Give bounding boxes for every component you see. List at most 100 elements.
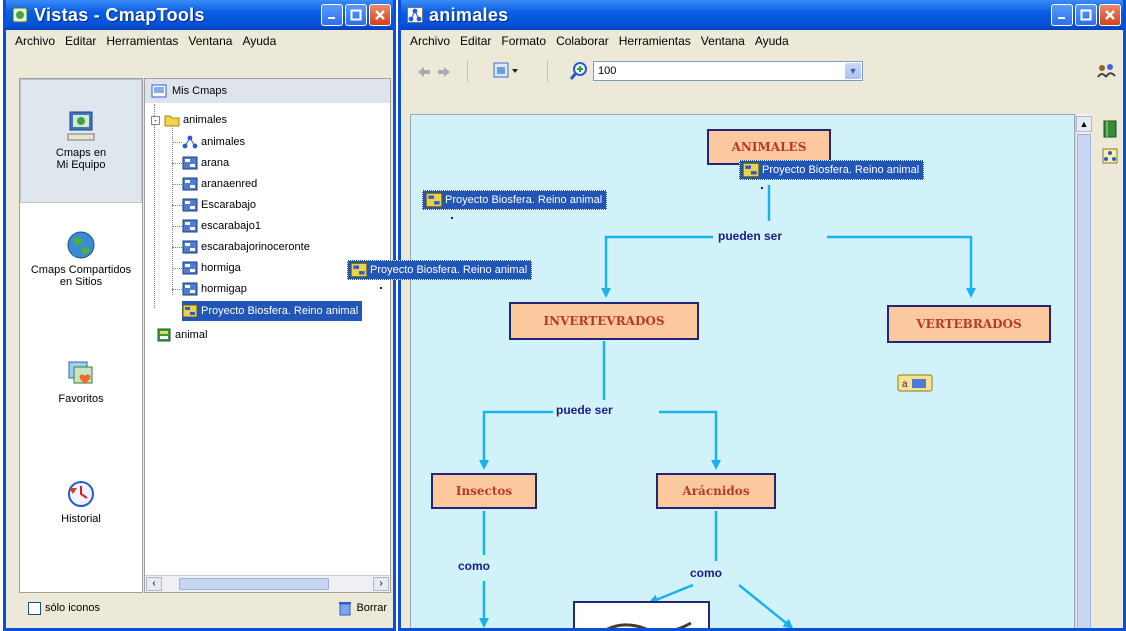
scroll-up-icon[interactable]: ▲ bbox=[1076, 116, 1092, 132]
menu-herramientas[interactable]: Herramientas bbox=[101, 34, 183, 48]
view-favoritos[interactable]: Favoritos bbox=[20, 352, 142, 405]
tree-item[interactable]: arana bbox=[182, 153, 229, 173]
editor-titlebar[interactable]: animales bbox=[401, 0, 1123, 30]
view-label-line2: en Sitios bbox=[59, 276, 103, 288]
scroll-right-icon[interactable]: › bbox=[373, 577, 389, 591]
tree-guide-line bbox=[172, 142, 182, 143]
tree-folder-animales[interactable]: - animales bbox=[151, 110, 227, 130]
concept-aracnidos[interactable]: Arácnidos bbox=[656, 473, 776, 509]
menu-ayuda[interactable]: Ayuda bbox=[237, 34, 281, 48]
tree-item-label: aranaenred bbox=[201, 178, 258, 190]
drag-label-text: Proyecto Biosfera. Reino animal bbox=[445, 194, 603, 206]
menu-formato[interactable]: Formato bbox=[496, 34, 551, 48]
concept-vertebrados[interactable]: VERTEBRADOS bbox=[887, 305, 1051, 343]
menu-herramientas[interactable]: Herramientas bbox=[614, 34, 696, 48]
menu-ventana[interactable]: Ventana bbox=[183, 34, 237, 48]
tree-guide-line bbox=[172, 268, 182, 269]
favorites-icon bbox=[68, 361, 93, 384]
menu-archivo[interactable]: Archivo bbox=[405, 34, 455, 48]
concept-invertebrados[interactable]: INVERTEVRADOS bbox=[509, 302, 699, 340]
book-icon[interactable] bbox=[1102, 120, 1118, 138]
minimize-icon[interactable] bbox=[1051, 4, 1073, 26]
tree-item-animal[interactable]: animal bbox=[156, 325, 207, 345]
tree-item[interactable]: hormigap bbox=[182, 279, 247, 299]
maximize-icon[interactable] bbox=[345, 4, 367, 26]
collaborate-icon[interactable] bbox=[1097, 63, 1117, 79]
canvas-vertical-scrollbar[interactable]: ▲ bbox=[1075, 114, 1092, 628]
connector-arrow bbox=[648, 583, 694, 605]
tree-guide-line bbox=[172, 289, 182, 290]
collapse-icon[interactable]: - bbox=[151, 115, 160, 125]
my-cmaps-icon bbox=[151, 84, 167, 98]
tree-root-label: Mis Cmaps bbox=[172, 85, 228, 97]
drag-label[interactable]: Proyecto Biosfera. Reino animal bbox=[422, 190, 608, 210]
zoom-icon[interactable] bbox=[569, 61, 589, 81]
tree-item[interactable]: Escarabajo bbox=[182, 195, 256, 215]
menu-ventana[interactable]: Ventana bbox=[696, 34, 750, 48]
minimize-icon[interactable] bbox=[321, 4, 343, 26]
view-label-line1: Cmaps Compartidos bbox=[30, 264, 132, 276]
cmap-file-icon bbox=[182, 282, 198, 296]
link-como[interactable]: como bbox=[687, 566, 726, 580]
view-label-line1: Historial bbox=[61, 513, 101, 525]
tree-guide-line bbox=[154, 104, 155, 308]
view-options-icon[interactable] bbox=[493, 62, 519, 80]
trash-icon[interactable] bbox=[338, 600, 352, 616]
tree-item-selected[interactable]: Proyecto Biosfera. Reino animal bbox=[182, 301, 363, 321]
concept-insectos[interactable]: Insectos bbox=[431, 473, 537, 509]
link-como[interactable]: como bbox=[455, 559, 494, 573]
chevron-down-icon[interactable]: ▼ bbox=[845, 63, 861, 79]
close-icon[interactable] bbox=[1099, 4, 1121, 26]
editor-menubar: Archivo Editar Formato Colaborar Herrami… bbox=[401, 30, 1123, 52]
cmap-file-icon bbox=[182, 240, 198, 254]
forward-arrow-icon[interactable] bbox=[437, 66, 451, 78]
cmap-editor-window: animales Archivo Editar Formato Colabora… bbox=[398, 0, 1126, 631]
delete-button[interactable]: Borrar bbox=[356, 602, 387, 614]
concept-map-canvas[interactable]: ANIMALES INVERTEVRADOS VERTEBRADOS Insec… bbox=[410, 114, 1075, 628]
network-icon[interactable] bbox=[1102, 148, 1118, 164]
connector-arrow bbox=[827, 235, 976, 298]
tree-item[interactable]: hormiga bbox=[182, 258, 241, 278]
view-label-line1: Favoritos bbox=[58, 393, 104, 405]
connector-arrow bbox=[479, 410, 553, 470]
tree-item[interactable]: escarabajorinoceronte bbox=[182, 237, 310, 257]
back-arrow-icon[interactable] bbox=[417, 66, 431, 78]
drag-label[interactable]: Proyecto Biosfera. Reino animal bbox=[347, 260, 533, 280]
connector-arrow bbox=[659, 410, 721, 470]
views-window-titlebar[interactable]: Vistas - CmapTools bbox=[6, 0, 393, 30]
view-historial[interactable]: Historial bbox=[20, 472, 142, 525]
view-cmaps-mi-equipo[interactable]: Cmaps en Mi Equipo bbox=[20, 79, 142, 203]
view-cmaps-compartidos[interactable]: Cmaps Compartidos en Sitios bbox=[20, 223, 142, 288]
menu-editar[interactable]: Editar bbox=[60, 34, 101, 48]
menu-archivo[interactable]: Archivo bbox=[10, 34, 60, 48]
tree-item-label: animales bbox=[183, 114, 228, 126]
scroll-left-icon[interactable]: ‹ bbox=[146, 577, 162, 591]
tree-item[interactable]: aranaenred bbox=[182, 174, 257, 194]
tree-item[interactable]: escarabajo1 bbox=[182, 216, 261, 236]
menu-colaborar[interactable]: Colaborar bbox=[551, 34, 614, 48]
drag-label[interactable]: Proyecto Biosfera. Reino animal bbox=[739, 160, 925, 180]
tree-item[interactable]: animales bbox=[182, 132, 245, 152]
cmap-file-icon bbox=[182, 304, 198, 318]
resource-note-icon[interactable]: a bbox=[897, 373, 933, 393]
menu-editar[interactable]: Editar bbox=[455, 34, 496, 48]
tree-horizontal-scrollbar[interactable]: ‹ › bbox=[145, 575, 390, 592]
editor-title: animales bbox=[429, 4, 509, 25]
zoom-select[interactable]: 100 ▼ bbox=[593, 61, 863, 81]
cmap-file-icon bbox=[182, 261, 198, 275]
link-puede-ser[interactable]: puede ser bbox=[553, 403, 616, 417]
link-pueden-ser[interactable]: pueden ser bbox=[715, 229, 786, 243]
only-icons-checkbox[interactable] bbox=[28, 601, 41, 615]
scrollbar-thumb[interactable] bbox=[179, 578, 329, 590]
tree-root[interactable]: Mis Cmaps bbox=[145, 79, 390, 103]
views-panel: Cmaps en Mi Equipo Cmaps Compartidos en … bbox=[19, 78, 143, 593]
cmap-file-icon bbox=[182, 177, 198, 191]
views-menubar: Archivo Editar Herramientas Ventana Ayud… bbox=[6, 30, 393, 52]
close-icon[interactable] bbox=[369, 4, 391, 26]
tree-item-label: animales bbox=[201, 136, 246, 148]
maximize-icon[interactable] bbox=[1075, 4, 1097, 26]
scrollbar-thumb[interactable] bbox=[1077, 134, 1091, 628]
menu-ayuda[interactable]: Ayuda bbox=[750, 34, 794, 48]
zoom-value: 100 bbox=[598, 65, 617, 77]
tree-guide-line bbox=[172, 226, 182, 227]
